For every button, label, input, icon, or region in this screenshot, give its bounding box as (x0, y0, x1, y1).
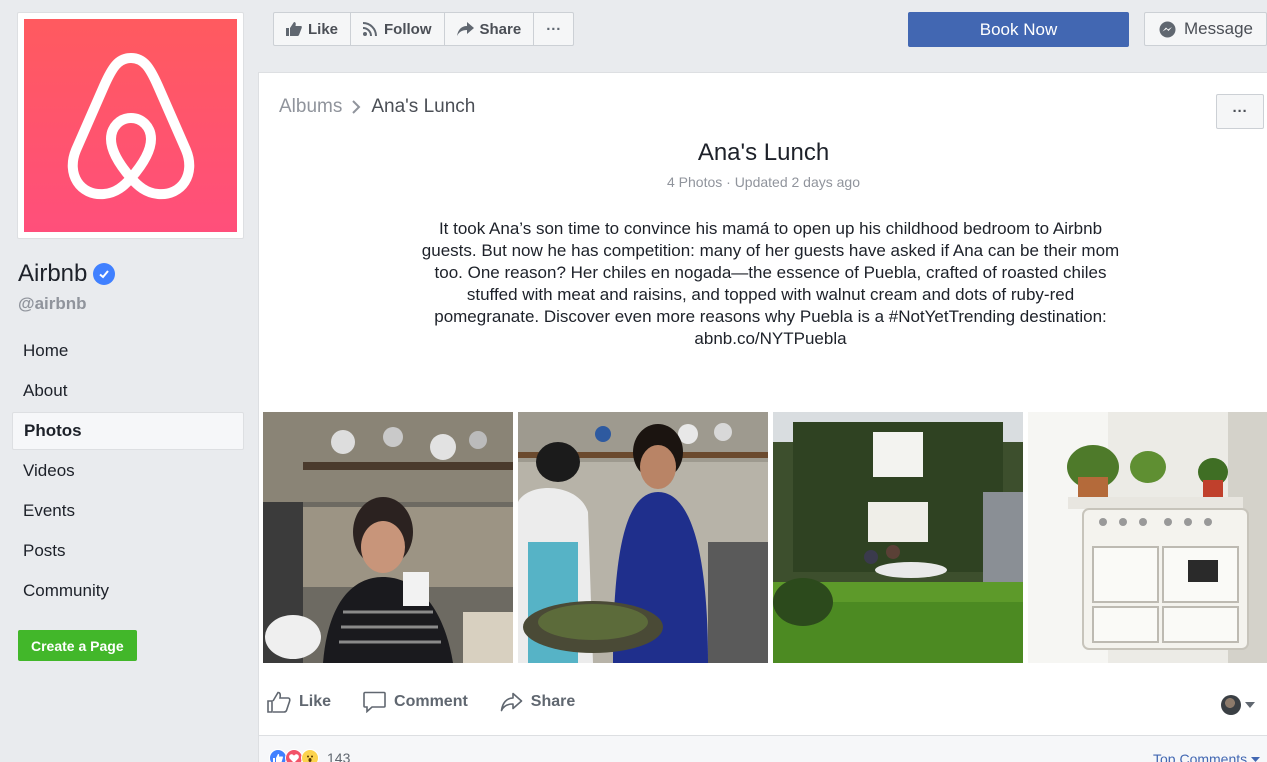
airbnb-logo (24, 19, 237, 232)
follow-label: Follow (384, 20, 432, 38)
profile-picture[interactable] (17, 12, 244, 239)
breadcrumb-current: Ana's Lunch (371, 96, 476, 117)
share-page-button[interactable]: Share (445, 13, 535, 45)
page-handle[interactable]: @airbnb (18, 294, 87, 314)
breadcrumb-albums-link[interactable]: Albums (279, 96, 342, 118)
page-name[interactable]: Airbnb (18, 260, 116, 288)
like-page-button[interactable]: Like (274, 13, 352, 45)
album-meta: 4 Photos · Updated 2 days ago (666, 174, 861, 190)
more-actions-button[interactable]: ··· (534, 13, 573, 45)
share-label: Share (530, 693, 576, 710)
reactions-summary[interactable]: 143 (269, 749, 350, 762)
page-name-text[interactable]: Airbnb (18, 260, 87, 288)
thumbs-up-icon (286, 22, 302, 36)
album-description: It took Ana’s son time to convince his m… (421, 219, 1120, 348)
album-photo[interactable] (1028, 412, 1267, 663)
messenger-icon (1159, 21, 1176, 37)
like-page-label: Like (308, 20, 339, 38)
caret-down-icon (1245, 702, 1255, 708)
album-title: Ana's Lunch (697, 139, 830, 166)
post-as-selector[interactable] (1221, 695, 1255, 715)
nav-item-home[interactable]: Home (12, 332, 244, 370)
follow-button[interactable]: Follow (351, 13, 445, 45)
album-options-button[interactable]: ··· (1216, 94, 1264, 129)
message-button[interactable]: Message (1144, 12, 1267, 46)
avatar (1221, 695, 1241, 715)
post-actions: Like Comment Share (267, 691, 575, 713)
comment-label: Comment (394, 693, 468, 710)
book-now-button[interactable]: Book Now (908, 12, 1129, 47)
thumbs-up-outline-icon (267, 691, 291, 713)
breadcrumb: Albums Ana's Lunch (279, 96, 475, 118)
album-photo[interactable] (263, 412, 513, 663)
nav-item-photos[interactable]: Photos (12, 412, 244, 450)
wow-reaction-icon (301, 749, 319, 762)
nav-item-community[interactable]: Community (12, 572, 244, 610)
share-arrow-icon (456, 22, 474, 36)
create-page-button[interactable]: Create a Page (18, 630, 137, 661)
like-label: Like (299, 693, 332, 710)
more-dots-icon: ··· (1232, 103, 1248, 120)
page-nav: Home About Photos Videos Events Posts Co… (12, 332, 244, 612)
nav-item-about[interactable]: About (12, 372, 244, 410)
nav-item-posts[interactable]: Posts (12, 532, 244, 570)
album-photo[interactable] (773, 412, 1023, 663)
photo-grid (263, 412, 1267, 663)
reaction-count[interactable]: 143 (327, 750, 350, 762)
verified-badge-icon (93, 263, 116, 285)
like-button[interactable]: Like (267, 691, 331, 713)
comment-sort-dropdown[interactable]: Top Comments (1153, 751, 1261, 762)
reactions-footer (259, 735, 1267, 762)
share-page-label: Share (479, 20, 522, 38)
nav-item-videos[interactable]: Videos (12, 452, 244, 490)
page-actions: Like Follow Share ··· (273, 12, 575, 46)
album-card: Albums Ana's Lunch ··· Ana's Lunch 4 Pho… (258, 72, 1267, 762)
rss-icon (363, 22, 378, 36)
comment-button[interactable]: Comment (363, 691, 468, 713)
share-button[interactable]: Share (500, 691, 575, 713)
share-outline-icon (500, 692, 523, 712)
comment-bubble-icon (363, 691, 386, 713)
message-label: Message (1184, 19, 1253, 38)
comment-sort-label: Top Comments (1153, 751, 1248, 762)
caret-down-icon (1251, 756, 1261, 762)
more-dots-icon: ··· (546, 20, 562, 38)
nav-item-events[interactable]: Events (12, 492, 244, 530)
album-photo[interactable] (518, 412, 768, 663)
chevron-right-icon (352, 100, 361, 114)
